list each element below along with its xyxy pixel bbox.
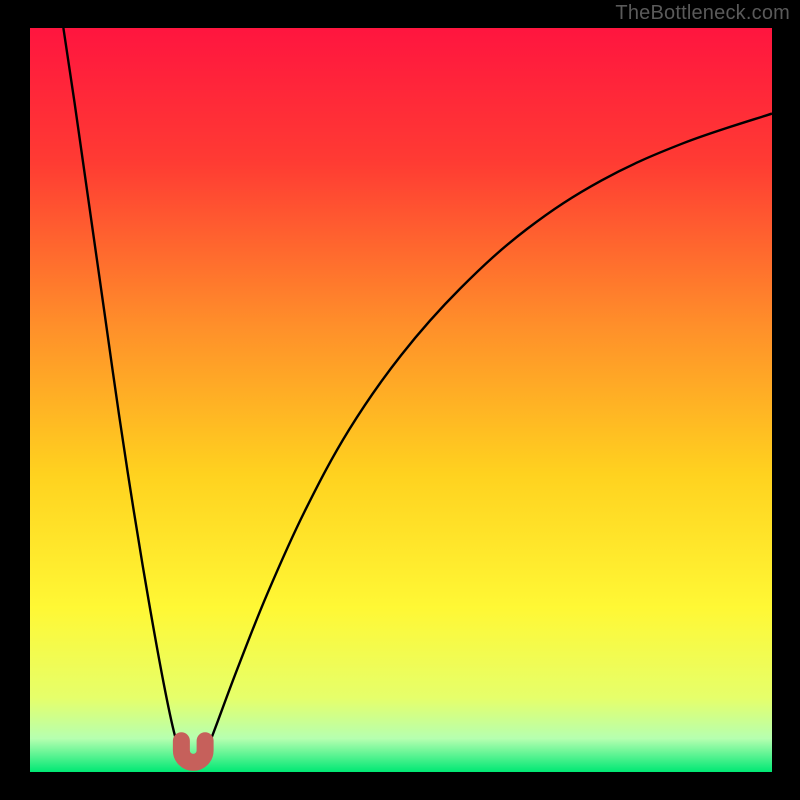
plot-background (30, 28, 772, 772)
bottleneck-chart (0, 0, 800, 800)
chart-stage: TheBottleneck.com (0, 0, 800, 800)
